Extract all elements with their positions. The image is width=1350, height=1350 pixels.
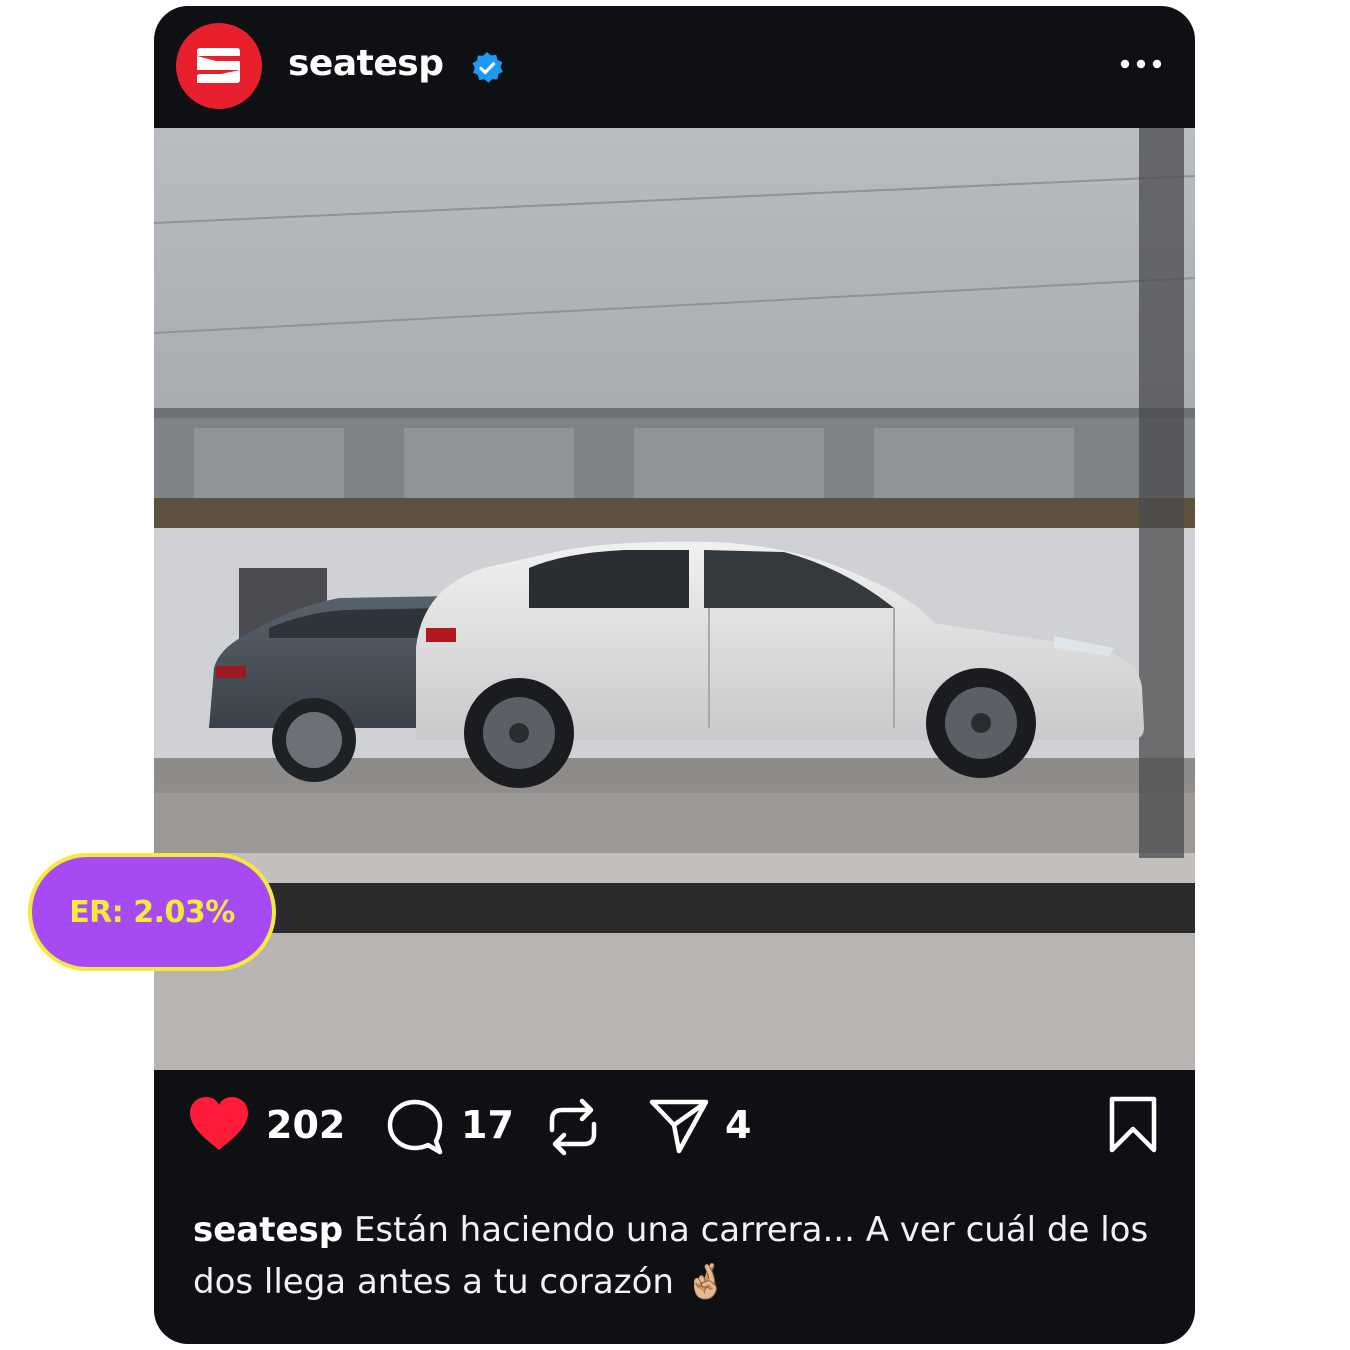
share-count: 4 — [725, 1103, 752, 1147]
avatar[interactable] — [176, 23, 262, 109]
comment-bubble-icon[interactable] — [386, 1099, 446, 1155]
caption-username[interactable]: seatesp — [193, 1210, 343, 1250]
comment-count: 17 — [461, 1103, 514, 1147]
bookmark-icon[interactable] — [1108, 1096, 1158, 1154]
repost-icon[interactable] — [546, 1096, 600, 1158]
seat-logo-icon — [197, 48, 240, 83]
post-photo[interactable] — [154, 128, 1195, 1070]
verified-badge-icon — [472, 52, 503, 83]
post-username[interactable]: seatesp — [288, 38, 444, 90]
engagement-rate-label: ER: 2.03% — [69, 894, 235, 930]
post-caption: seatesp Están haciendo una carrera... A … — [193, 1204, 1153, 1308]
send-paper-plane-icon[interactable] — [649, 1098, 709, 1154]
post-card: seatesp 202 17 4 seatesp Están haciendo … — [154, 6, 1195, 1344]
like-count: 202 — [266, 1103, 346, 1147]
engagement-rate-badge: ER: 2.03% — [28, 853, 276, 971]
more-dots-icon[interactable] — [1118, 54, 1164, 74]
heart-icon[interactable] — [188, 1096, 250, 1152]
